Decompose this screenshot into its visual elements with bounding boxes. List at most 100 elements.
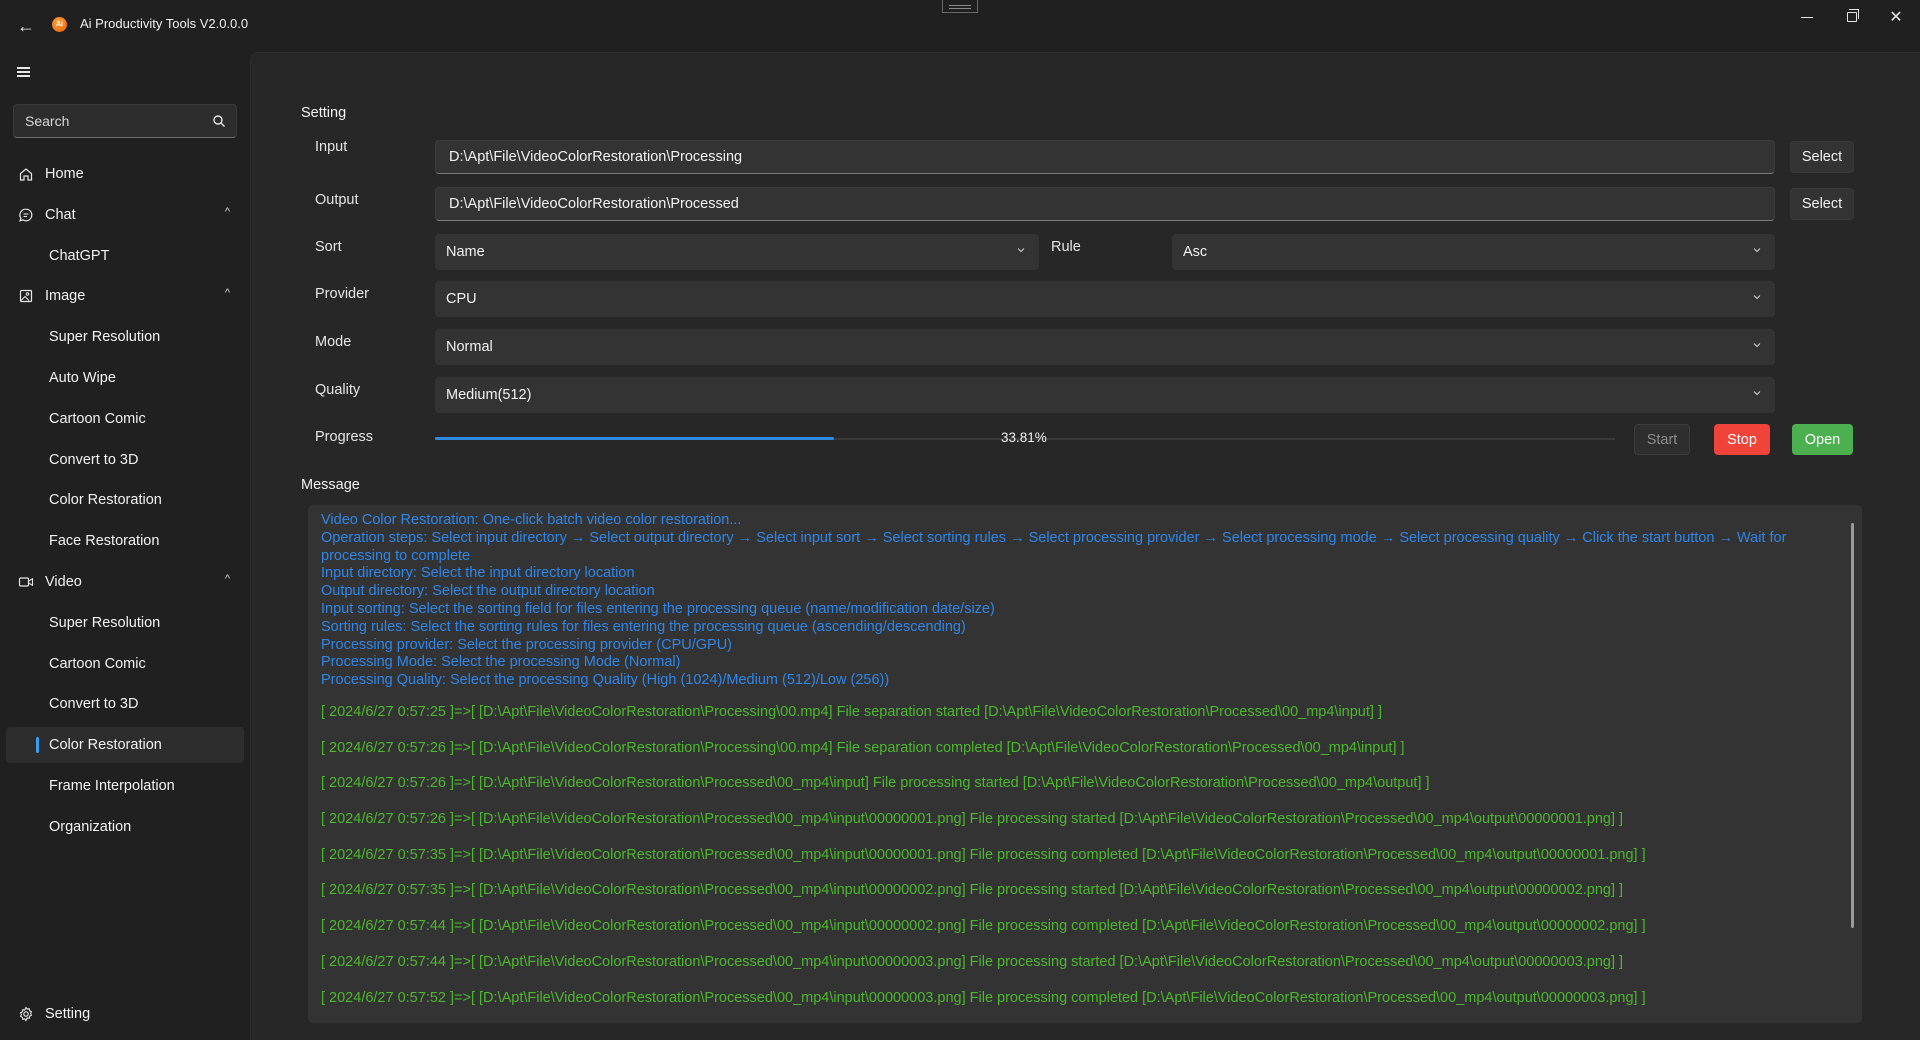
sidebar-item-convert-to-3d[interactable]: Convert to 3D xyxy=(6,442,244,478)
info-line: Input sorting: Select the sorting field … xyxy=(321,600,995,617)
stop-button[interactable]: Stop xyxy=(1714,424,1770,455)
input-select-button[interactable]: Select xyxy=(1790,141,1854,173)
quality-dropdown[interactable]: Medium(512) xyxy=(435,377,1775,413)
close-icon: ✕ xyxy=(1889,9,1903,26)
sidebar-item-organization[interactable]: Organization xyxy=(6,809,244,845)
log-line: [ 2024/6/27 0:57:26 ]=>[ [D:\Apt\File\Vi… xyxy=(321,775,1430,792)
close-button[interactable]: ✕ xyxy=(1876,4,1916,30)
selected-indicator xyxy=(36,737,39,754)
progress-percent: 33.81% xyxy=(1001,430,1047,445)
app-title: Ai Productivity Tools V2.0.0.0 xyxy=(80,16,249,31)
provider-dropdown[interactable]: CPU xyxy=(435,281,1775,317)
back-button[interactable]: ← xyxy=(12,12,40,40)
log-line: [ 2024/6/27 0:57:35 ]=>[ [D:\Apt\File\Vi… xyxy=(321,882,1624,899)
restore-icon xyxy=(1847,9,1859,22)
chevron-up-icon[interactable]: ^ xyxy=(225,206,230,218)
output-select-button[interactable]: Select xyxy=(1790,188,1854,220)
chevron-down-icon xyxy=(1017,248,1025,253)
minimize-button[interactable] xyxy=(1787,4,1827,30)
sidebar-item-face-restoration[interactable]: Face Restoration xyxy=(6,523,244,559)
sidebar-item-frame-interpolation[interactable]: Frame Interpolation xyxy=(6,768,244,804)
sidebar-item-home[interactable]: Home xyxy=(6,156,244,192)
log-line: [ 2024/6/27 0:57:52 ]=>[ [D:\Apt\File\Vi… xyxy=(321,989,1646,1006)
sidebar-item-convert-to-3d[interactable]: Convert to 3D xyxy=(6,686,244,722)
info-text: Video Color Restoration: One-click batch… xyxy=(321,512,1851,690)
sidebar: Home Chat ^ ChatGPT Image ^ Super Resolution Au… xyxy=(0,52,250,1040)
open-button[interactable]: Open xyxy=(1792,424,1853,455)
info-line: Video Color Restoration: One-click batch… xyxy=(321,512,742,528)
info-line: Input directory: Select the input direct… xyxy=(321,565,635,582)
sidebar-item-color-restoration[interactable]: Color Restoration xyxy=(6,727,244,764)
info-line: Sorting rules: Select the sorting rules … xyxy=(321,618,966,635)
log-line: [ 2024/6/27 0:57:44 ]=>[ [D:\Apt\File\Vi… xyxy=(321,953,1624,970)
output-path-field[interactable]: D:\Apt\File\VideoColorRestoration\Proces… xyxy=(435,187,1775,221)
menu-toggle-button[interactable] xyxy=(14,62,34,82)
quality-label: Quality xyxy=(315,382,361,398)
chevron-down-icon xyxy=(1753,343,1761,348)
chevron-down-icon xyxy=(1753,391,1761,396)
search-icon[interactable] xyxy=(212,114,226,128)
input-path-field[interactable]: D:\Apt\File\VideoColorRestoration\Proces… xyxy=(435,140,1775,174)
sidebar-item-cartoon-comic[interactable]: Cartoon Comic xyxy=(6,401,244,437)
progress-fill xyxy=(435,437,834,440)
rule-value: Asc xyxy=(1183,244,1208,260)
chevron-up-icon[interactable]: ^ xyxy=(225,573,230,585)
sidebar-item-label: Home xyxy=(45,166,84,182)
info-line: Output directory: Select the output dire… xyxy=(321,583,655,600)
log-line: [ 2024/6/27 0:57:25 ]=>[ [D:\Apt\File\Vi… xyxy=(321,704,1382,720)
sidebar-item-super-resolution[interactable]: Super Resolution xyxy=(6,605,244,641)
drag-handle-icon[interactable] xyxy=(942,0,978,13)
title-bar: ← Ai Ai Productivity Tools V2.0.0.0 ✕ xyxy=(0,0,1920,52)
chevron-down-icon xyxy=(1753,248,1761,253)
rule-dropdown[interactable]: Asc xyxy=(1172,234,1775,270)
app-logo-icon: Ai xyxy=(52,17,67,32)
sidebar-item-image[interactable]: Image ^ xyxy=(6,278,244,314)
log-line: [ 2024/6/27 0:57:26 ]=>[ [D:\Apt\File\Vi… xyxy=(321,811,1624,828)
sidebar-item-cartoon-comic[interactable]: Cartoon Comic xyxy=(6,646,244,682)
start-button[interactable]: Start xyxy=(1634,424,1690,455)
chevron-up-icon[interactable]: ^ xyxy=(225,287,230,299)
sidebar-item-label: Convert to 3D xyxy=(49,696,139,713)
sidebar-item-chat[interactable]: Chat ^ xyxy=(6,197,244,233)
hamburger-icon-line xyxy=(17,75,30,77)
sidebar-item-super-resolution[interactable]: Super Resolution xyxy=(6,319,244,355)
hamburger-icon-line xyxy=(17,71,30,73)
log-line: [ 2024/6/27 0:57:26 ]=>[ [D:\Apt\File\Vi… xyxy=(321,739,1405,756)
sidebar-item-label: Convert to 3D xyxy=(49,451,139,468)
progress-label: Progress xyxy=(315,429,374,445)
provider-value: CPU xyxy=(446,291,477,307)
log-line: [ 2024/6/27 0:57:44 ]=>[ [D:\Apt\File\Vi… xyxy=(321,918,1646,935)
gear-icon xyxy=(19,1006,33,1022)
arrow-left-icon: ← xyxy=(17,15,35,36)
sort-label: Sort xyxy=(315,239,342,255)
sidebar-item-label: Super Resolution xyxy=(49,329,161,346)
message-log-panel[interactable]: Video Color Restoration: One-click batch… xyxy=(308,505,1862,1023)
maximize-button[interactable] xyxy=(1832,4,1872,30)
message-scrollbar[interactable] xyxy=(1851,523,1854,928)
info-line: Processing Mode: Select the processing M… xyxy=(321,654,681,671)
input-label: Input xyxy=(315,139,348,155)
video-icon xyxy=(18,577,34,587)
sidebar-item-label: Frame Interpolation xyxy=(49,778,175,794)
sidebar-item-label: Video xyxy=(45,574,82,590)
sidebar-item-label: Setting xyxy=(45,1006,91,1022)
sidebar-item-video[interactable]: Video ^ xyxy=(6,564,244,600)
mode-dropdown[interactable]: Normal xyxy=(435,329,1775,365)
quality-value: Medium(512) xyxy=(446,387,532,403)
sidebar-item-label: Super Resolution xyxy=(49,614,161,631)
sidebar-item-label: Chat xyxy=(45,206,76,223)
chevron-down-icon xyxy=(1753,295,1761,300)
chat-icon xyxy=(19,208,33,222)
image-icon xyxy=(19,290,33,303)
search-input[interactable] xyxy=(25,113,195,129)
sidebar-item-color-restoration[interactable]: Color Restoration xyxy=(6,482,244,518)
sidebar-item-setting[interactable]: Setting xyxy=(6,996,244,1032)
sort-dropdown[interactable]: Name xyxy=(435,234,1039,270)
sidebar-item-label: Organization xyxy=(49,818,132,835)
output-label: Output xyxy=(315,192,359,208)
sidebar-item-auto-wipe[interactable]: Auto Wipe xyxy=(6,360,244,396)
sidebar-item-chatgpt[interactable]: ChatGPT xyxy=(6,238,244,274)
sidebar-item-label: Color Restoration xyxy=(49,492,162,509)
search-box[interactable] xyxy=(13,104,237,138)
home-icon xyxy=(19,168,33,181)
